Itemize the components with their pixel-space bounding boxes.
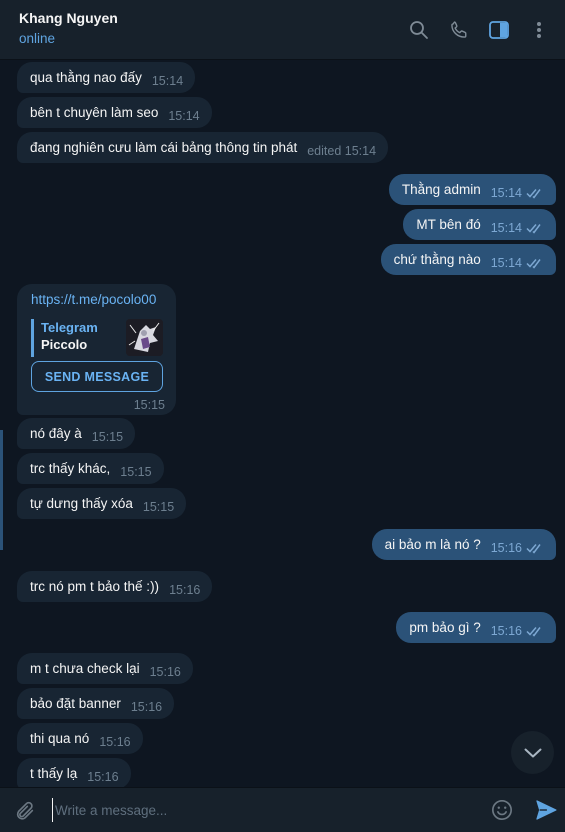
message-bubble[interactable]: trc thấy khác, 15:15	[17, 453, 164, 484]
chat-header: Khang Nguyen online	[0, 0, 565, 60]
message-time: 15:16	[99, 735, 131, 749]
message-bubble[interactable]: ai bảo m là nó ? 15:16	[371, 529, 556, 560]
message-bubble[interactable]: tự dưng thấy xóa 15:15	[17, 488, 187, 519]
message-text: qua thằng nao đấy	[30, 70, 142, 85]
message-time: 15:14	[168, 109, 200, 123]
message-bubble[interactable]: trc nó pm t bảo thế :)) 15:16	[17, 571, 213, 602]
message-bubble[interactable]: MT bên đó 15:14	[403, 209, 556, 240]
message-text: chứ thằng nào	[393, 252, 481, 267]
message-text: pm bảo gì ?	[409, 620, 481, 635]
message-time: 15:16	[490, 541, 522, 555]
link-message-bubble[interactable]: https://t.me/pocolo00 Telegram Piccolo S…	[17, 284, 176, 415]
message-time: 15:16	[490, 624, 522, 638]
message-text: Thằng admin	[401, 182, 481, 197]
message-time: 15:16	[169, 583, 201, 597]
message-bubble[interactable]: nó đây à 15:15	[17, 418, 136, 449]
message-time: 15:14	[490, 221, 522, 235]
message-text: tự dưng thấy xóa	[30, 496, 133, 511]
message-bubble[interactable]: pm bảo gì ? 15:16	[396, 612, 556, 643]
message-time: 15:15	[91, 430, 124, 444]
more-menu-icon[interactable]	[519, 10, 559, 50]
message-composer	[0, 787, 565, 832]
attach-icon[interactable]	[14, 800, 36, 825]
read-checks-icon	[526, 617, 544, 648]
selection-marker	[0, 430, 3, 550]
scroll-to-bottom-button[interactable]	[511, 731, 554, 774]
message-bubble[interactable]: đang nghiên cưu làm cái bảng thông tin p…	[17, 132, 389, 163]
message-text: trc nó pm t bảo thế :))	[30, 579, 160, 594]
link-preview[interactable]: Telegram Piccolo	[31, 319, 163, 357]
read-checks-icon	[526, 249, 544, 280]
message-time: 15:16	[130, 700, 163, 714]
message-bubble[interactable]: bảo đặt banner 15:16	[17, 688, 175, 719]
message-list[interactable]: qua thằng nao đấy 15:14 bên t chuyên làm …	[0, 60, 565, 787]
message-time: 15:14	[151, 74, 184, 88]
message-bubble[interactable]: thi qua nó 15:16	[17, 723, 143, 754]
message-bubble[interactable]: bên t chuyên làm seo 15:14	[17, 97, 212, 128]
message-time: 15:16	[87, 770, 119, 784]
message-time: 15:15	[142, 500, 175, 514]
message-text: bảo đặt banner	[30, 696, 121, 711]
chat-status: online	[19, 30, 56, 46]
message-text: ai bảo m là nó ?	[384, 537, 481, 552]
message-bubble[interactable]: m t chưa check lại 15:16	[17, 653, 193, 684]
message-bubble[interactable]: Thằng admin 15:14	[388, 174, 556, 205]
message-time: 15:14	[490, 256, 522, 270]
message-time: edited 15:14	[307, 144, 377, 158]
read-checks-icon	[526, 179, 544, 210]
message-time: 15:16	[149, 665, 181, 679]
header-actions	[399, 0, 559, 60]
send-message-button[interactable]: SEND MESSAGE	[31, 361, 163, 392]
message-input[interactable]	[52, 798, 472, 822]
message-text: t thấy lạ	[30, 766, 78, 781]
message-text: thi qua nó	[30, 731, 90, 746]
preview-thumbnail	[126, 319, 163, 356]
chat-info[interactable]: Khang Nguyen online	[19, 9, 118, 48]
message-text: nó đây à	[30, 426, 82, 441]
message-time: 15:15	[133, 398, 165, 412]
message-text: MT bên đó	[416, 217, 481, 232]
message-text: trc thấy khác,	[30, 461, 111, 476]
message-time: 15:14	[490, 186, 522, 200]
message-text: bên t chuyên làm seo	[30, 105, 159, 120]
read-checks-icon	[526, 534, 544, 565]
chat-title: Khang Nguyen	[19, 9, 118, 26]
emoji-icon[interactable]	[491, 799, 513, 824]
search-icon[interactable]	[399, 10, 439, 50]
message-link[interactable]: https://t.me/pocolo00	[31, 292, 156, 307]
message-text: đang nghiên cưu làm cái bảng thông tin p…	[30, 140, 298, 155]
send-icon[interactable]	[535, 800, 557, 823]
message-bubble[interactable]: chứ thằng nào 15:14	[380, 244, 556, 275]
message-bubble[interactable]: qua thằng nao đấy 15:14	[17, 62, 196, 93]
chevron-down-icon	[524, 748, 541, 757]
sidebar-toggle-icon[interactable]	[479, 10, 519, 50]
read-checks-icon	[526, 214, 544, 245]
message-time: 15:15	[120, 465, 152, 479]
message-text: m t chưa check lại	[30, 661, 140, 676]
message-bubble[interactable]: t thấy lạ 15:16	[17, 758, 131, 787]
phone-icon[interactable]	[439, 10, 479, 50]
